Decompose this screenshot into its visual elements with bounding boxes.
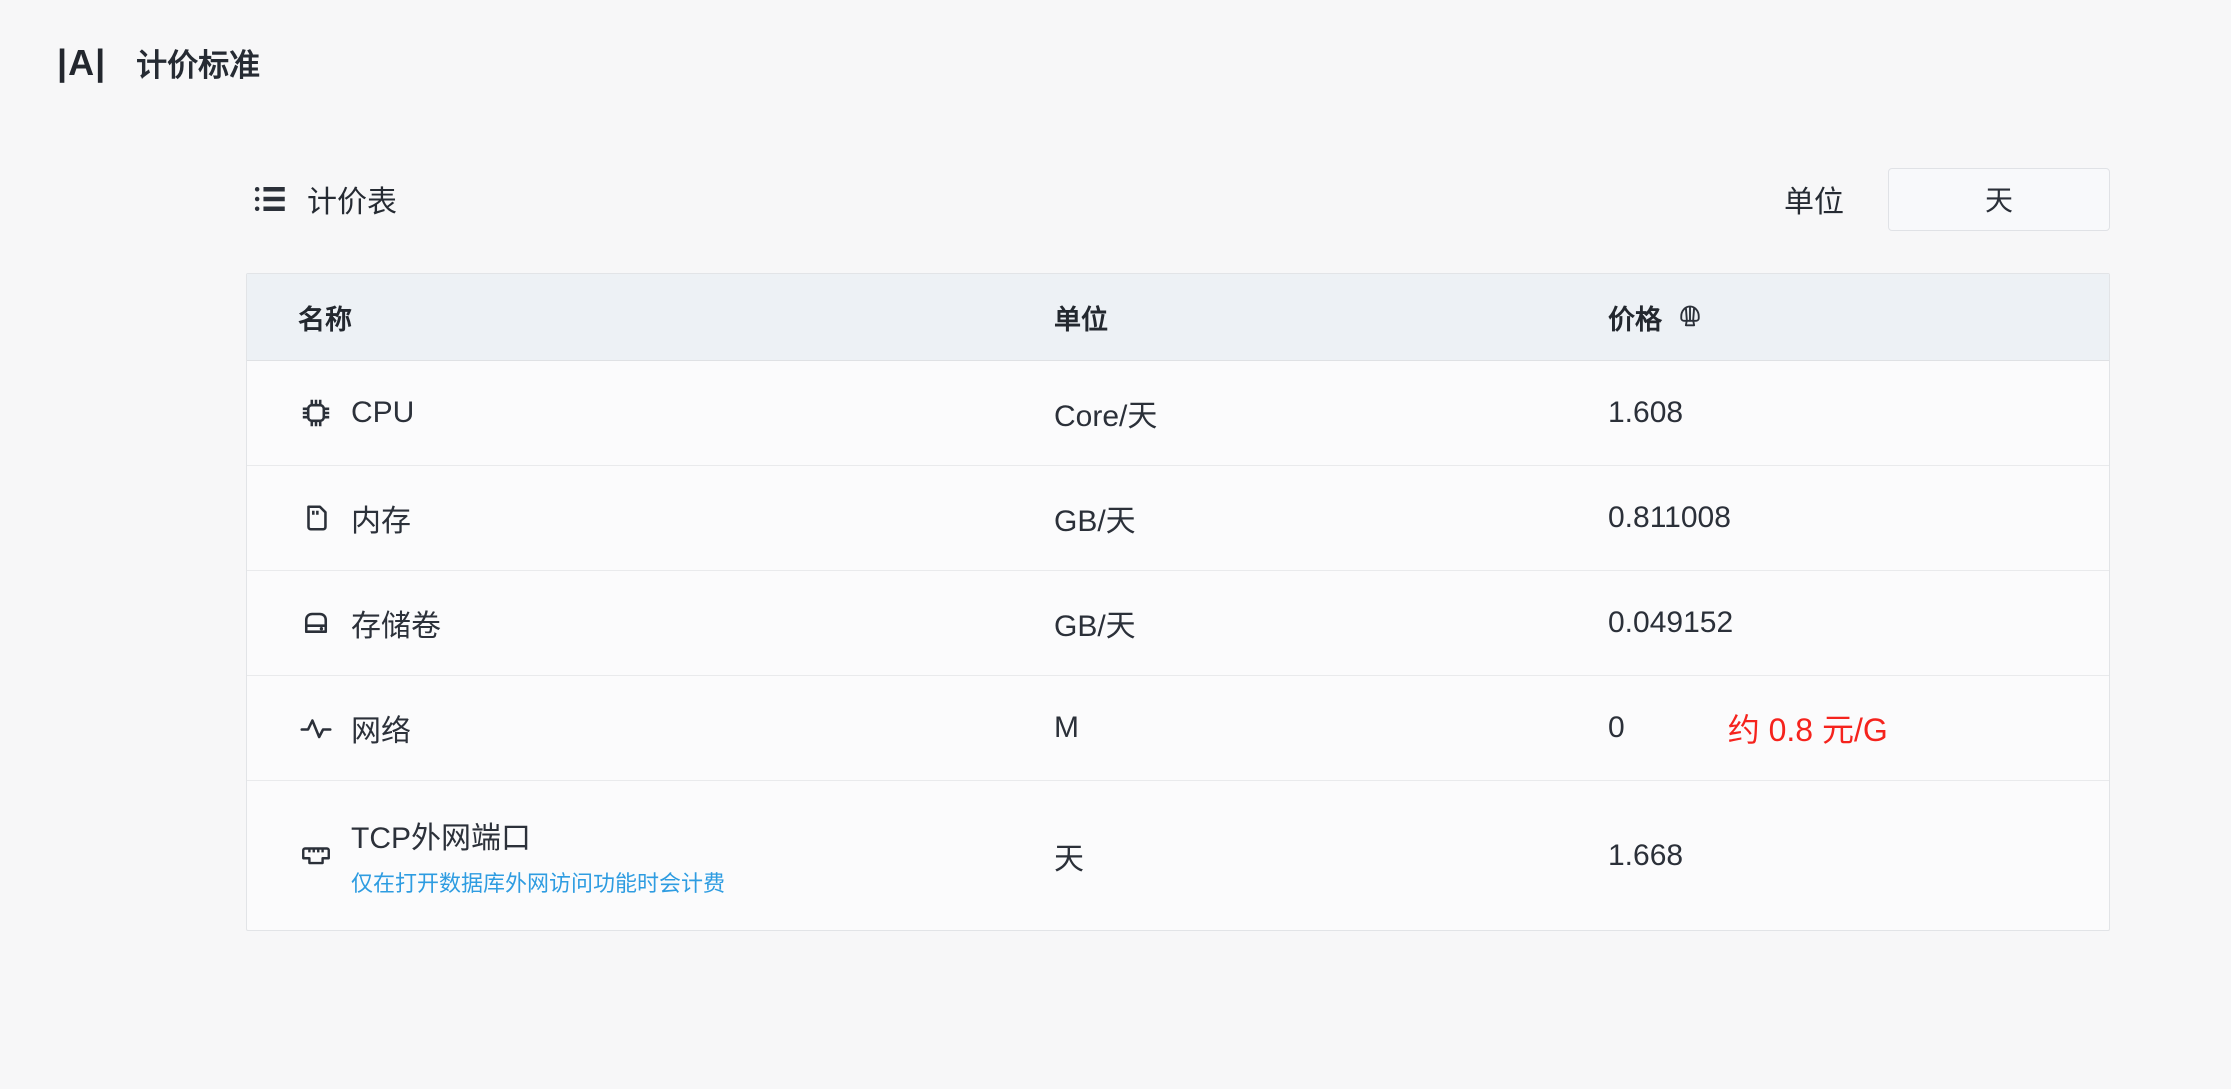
page-title: 计价标准 <box>136 40 260 85</box>
table-row: 存储卷 GB/天 0.049152 <box>247 571 2109 676</box>
price-value: 0 <box>1608 711 1625 745</box>
cell-price: 1.668 <box>1608 839 2109 873</box>
page-header: |A| 计价标准 <box>0 0 2231 85</box>
column-header-unit: 单位 <box>1054 298 1608 337</box>
resource-name: 存储卷 <box>351 601 441 645</box>
cell-price: 1.608 <box>1608 396 2109 430</box>
resource-name-block: TCP外网端口 仅在打开数据库外网访问功能时会计费 <box>351 813 725 898</box>
cell-price: 0.811008 <box>1608 501 2109 535</box>
cell-price: 0.049152 <box>1608 606 2109 640</box>
unit-selector-label: 单位 <box>1784 177 1844 221</box>
cell-name: TCP外网端口 仅在打开数据库外网访问功能时会计费 <box>247 813 1054 898</box>
shell-currency-icon <box>1675 301 1705 333</box>
table-row: 网络 M 0 约 0.8 元/G <box>247 676 2109 781</box>
cell-unit: 天 <box>1054 834 1608 878</box>
cell-name: 内存 <box>247 496 1054 540</box>
memory-icon <box>298 500 334 536</box>
resource-name: TCP外网端口 <box>351 813 725 857</box>
table-toolbar: 计价表 单位 天 <box>246 167 2110 231</box>
cell-unit: GB/天 <box>1054 496 1608 540</box>
network-icon <box>298 710 334 746</box>
unit-selector-group: 单位 天 <box>1784 168 2110 231</box>
cell-name: 存储卷 <box>247 601 1054 645</box>
column-header-price: 价格 <box>1608 298 2109 337</box>
billing-condition-note: 仅在打开数据库外网访问功能时会计费 <box>351 866 725 898</box>
cpu-icon <box>298 395 334 431</box>
storage-icon <box>298 605 334 641</box>
table-row: TCP外网端口 仅在打开数据库外网访问功能时会计费 天 1.668 <box>247 781 2109 930</box>
cell-unit: GB/天 <box>1054 601 1608 645</box>
cell-unit: Core/天 <box>1054 391 1608 435</box>
cell-name: 网络 <box>247 706 1054 750</box>
app-logo: |A| <box>57 42 106 84</box>
unit-select-button[interactable]: 天 <box>1888 168 2110 231</box>
cell-price: 0 约 0.8 元/G <box>1608 705 2109 751</box>
table-header-row: 名称 单位 价格 <box>247 274 2109 361</box>
price-annotation: 约 0.8 元/G <box>1728 705 1888 751</box>
list-icon <box>250 181 291 217</box>
cell-name: CPU <box>247 395 1054 431</box>
section-title: 计价表 <box>307 177 397 221</box>
price-header-label: 价格 <box>1608 298 1662 337</box>
column-header-name: 名称 <box>247 298 1054 337</box>
resource-name: CPU <box>351 396 414 430</box>
tcp-port-icon <box>298 838 334 874</box>
cell-unit: M <box>1054 711 1608 745</box>
table-row: 内存 GB/天 0.811008 <box>247 466 2109 571</box>
pricing-table: 名称 单位 价格 <box>246 273 2110 931</box>
main-content: 计价表 单位 天 名称 单位 价格 <box>246 167 2110 931</box>
table-row: CPU Core/天 1.608 <box>247 361 2109 466</box>
resource-name: 网络 <box>351 706 411 750</box>
section-heading: 计价表 <box>250 177 397 221</box>
resource-name: 内存 <box>351 496 411 540</box>
